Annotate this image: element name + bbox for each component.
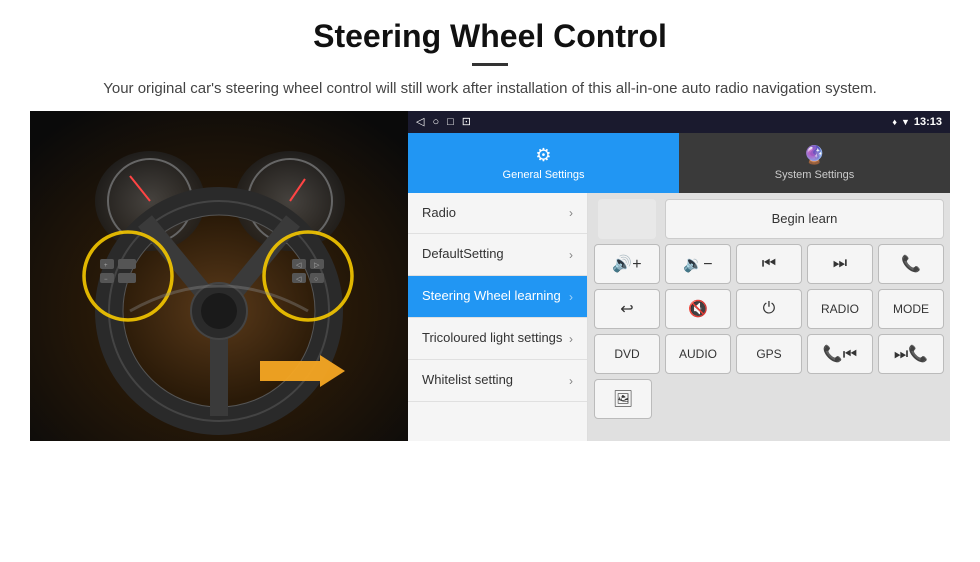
mute-button[interactable]: 🔇 bbox=[665, 289, 731, 329]
nav-tabs: ⚙ General Settings 🔮 System Settings bbox=[408, 133, 950, 193]
status-bar-right: ♦ ▼ 13:13 bbox=[892, 116, 942, 128]
menu-item-radio[interactable]: Radio › bbox=[408, 193, 587, 235]
tel-prev-button[interactable]: 📞⏮ bbox=[807, 334, 873, 374]
menu-radio-label: Radio bbox=[422, 205, 456, 222]
prev-track-icon: ⏮ bbox=[762, 255, 776, 273]
prev-track-button[interactable]: ⏮ bbox=[736, 244, 802, 284]
signal-icon: ▼ bbox=[901, 117, 910, 127]
controls-row-4: 🖼 bbox=[594, 379, 944, 419]
svg-text:◁: ◁ bbox=[296, 276, 302, 283]
tab-general-label: General Settings bbox=[503, 169, 585, 181]
steering-wheel-image: + − ◁ ▷ ◁ ○ bbox=[30, 111, 408, 441]
image-panel: + − ◁ ▷ ◁ ○ bbox=[30, 111, 408, 441]
chevron-icon-whitelist: › bbox=[569, 374, 573, 388]
nav-back-icon[interactable]: ◁ bbox=[416, 115, 424, 128]
system-settings-icon: 🔮 bbox=[803, 145, 825, 166]
main-content: + − ◁ ▷ ◁ ○ bbox=[0, 111, 980, 441]
mute-icon: 🔇 bbox=[688, 299, 708, 319]
vol-up-button[interactable]: 🔊+ bbox=[594, 244, 660, 284]
media-icon-button[interactable]: 🖼 bbox=[594, 379, 652, 419]
tab-system-label: System Settings bbox=[775, 169, 854, 181]
menu-item-whitelist[interactable]: Whitelist setting › bbox=[408, 360, 587, 402]
nav-extra-icon[interactable]: ⊡ bbox=[462, 115, 471, 128]
controls-row-begin: Begin learn bbox=[594, 199, 944, 239]
menu-item-tricoloured[interactable]: Tricoloured light settings › bbox=[408, 318, 587, 360]
tel-next-button[interactable]: ⏭📞 bbox=[878, 334, 944, 374]
mode-button[interactable]: MODE bbox=[878, 289, 944, 329]
media-icon: 🖼 bbox=[613, 389, 633, 409]
controls-row-1: 🔊+ 🔉− ⏮ ⏭ 📞 bbox=[594, 244, 944, 284]
menu-whitelist-label: Whitelist setting bbox=[422, 372, 513, 389]
chevron-icon-default: › bbox=[569, 248, 573, 262]
svg-text:−: − bbox=[104, 277, 108, 283]
status-bar-nav: ◁ ○ □ ⊡ bbox=[416, 115, 471, 128]
chevron-icon-radio: › bbox=[569, 206, 573, 220]
clock: 13:13 bbox=[914, 116, 942, 128]
chevron-icon-tricoloured: › bbox=[569, 332, 573, 346]
page-title: Steering Wheel Control bbox=[60, 18, 920, 55]
chevron-icon-steering: › bbox=[569, 290, 573, 304]
settings-gear-icon: ⚙ bbox=[535, 145, 551, 166]
svg-text:○: ○ bbox=[314, 276, 318, 283]
page-header: Steering Wheel Control Your original car… bbox=[0, 0, 980, 111]
page-subtitle: Your original car's steering wheel contr… bbox=[60, 78, 920, 101]
menu-steering-label: Steering Wheel learning bbox=[422, 288, 561, 305]
power-button[interactable]: ⏻ bbox=[736, 289, 802, 329]
phone-button[interactable]: 📞 bbox=[878, 244, 944, 284]
next-track-button[interactable]: ⏭ bbox=[807, 244, 873, 284]
nav-recents-icon[interactable]: □ bbox=[447, 116, 454, 128]
vol-down-icon: 🔉− bbox=[683, 254, 712, 274]
controls-panel: Begin learn 🔊+ 🔉− ⏮ bbox=[588, 193, 950, 441]
android-panel: ◁ ○ □ ⊡ ♦ ▼ 13:13 ⚙ General Settings bbox=[408, 111, 950, 441]
begin-learn-button[interactable]: Begin learn bbox=[665, 199, 944, 239]
tel-prev-icon: 📞⏮ bbox=[823, 344, 857, 364]
tel-next-icon: ⏭📞 bbox=[894, 344, 928, 364]
hang-up-icon: ↩ bbox=[620, 299, 633, 319]
svg-text:◁: ◁ bbox=[296, 262, 302, 269]
audio-button[interactable]: AUDIO bbox=[665, 334, 731, 374]
svg-text:+: + bbox=[104, 263, 108, 269]
power-icon: ⏻ bbox=[763, 300, 776, 318]
radio-button[interactable]: RADIO bbox=[807, 289, 873, 329]
tab-general[interactable]: ⚙ General Settings bbox=[408, 133, 679, 193]
next-track-icon: ⏭ bbox=[833, 255, 847, 273]
menu-tricoloured-label: Tricoloured light settings bbox=[422, 330, 562, 347]
menu-default-label: DefaultSetting bbox=[422, 246, 504, 263]
controls-row-2: ↩ 🔇 ⏻ RADIO MODE bbox=[594, 289, 944, 329]
menu-item-default[interactable]: DefaultSetting › bbox=[408, 234, 587, 276]
svg-text:▷: ▷ bbox=[314, 262, 320, 269]
page-wrapper: Steering Wheel Control Your original car… bbox=[0, 0, 980, 441]
hang-up-button[interactable]: ↩ bbox=[594, 289, 660, 329]
tab-system[interactable]: 🔮 System Settings bbox=[679, 133, 950, 193]
phone-icon: 📞 bbox=[901, 254, 921, 274]
vol-down-button[interactable]: 🔉− bbox=[665, 244, 731, 284]
vol-up-icon: 🔊+ bbox=[612, 254, 641, 274]
gps-icon: ♦ bbox=[892, 117, 897, 127]
dvd-button[interactable]: DVD bbox=[594, 334, 660, 374]
left-menu: Radio › DefaultSetting › Steering Wheel … bbox=[408, 193, 588, 441]
controls-row-3: DVD AUDIO GPS 📞⏮ ⏭📞 bbox=[594, 334, 944, 374]
status-bar: ◁ ○ □ ⊡ ♦ ▼ 13:13 bbox=[408, 111, 950, 133]
gps-button[interactable]: GPS bbox=[736, 334, 802, 374]
menu-item-steering[interactable]: Steering Wheel learning › bbox=[408, 276, 587, 318]
content-area: Radio › DefaultSetting › Steering Wheel … bbox=[408, 193, 950, 441]
title-divider bbox=[472, 63, 508, 66]
nav-home-icon[interactable]: ○ bbox=[432, 116, 439, 128]
